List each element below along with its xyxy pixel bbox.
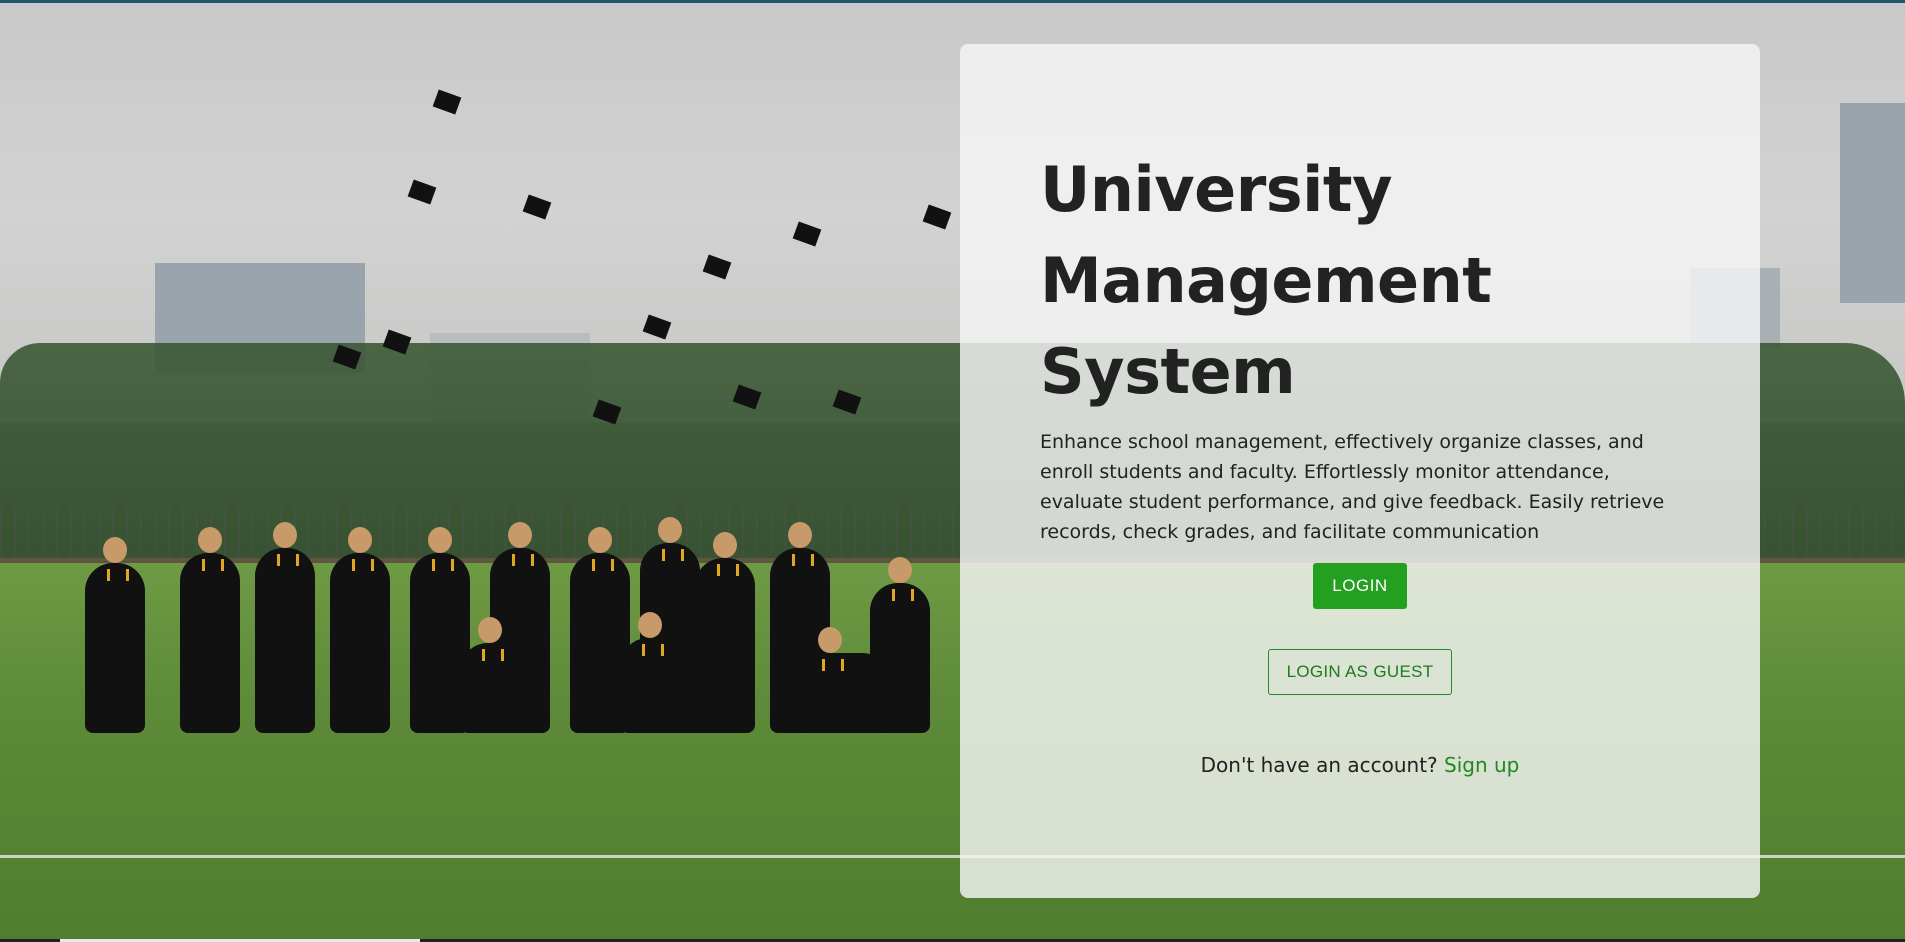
signup-prompt: Don't have an account? <box>1200 753 1438 777</box>
title-line: University <box>1040 153 1392 226</box>
graduate <box>620 612 720 733</box>
title-line: System <box>1040 335 1296 408</box>
graduate <box>330 527 390 733</box>
signup-prompt-row: Don't have an account? Sign up <box>960 753 1760 777</box>
login-as-guest-button[interactable]: LOGIN AS GUEST <box>1268 649 1452 695</box>
building <box>1840 103 1905 303</box>
graduate <box>255 522 315 733</box>
signup-link[interactable]: Sign up <box>1444 753 1519 777</box>
login-card: University Management System Enhance sch… <box>960 44 1760 898</box>
graduate <box>460 617 550 733</box>
app-description: Enhance school management, effectively o… <box>1040 431 1665 543</box>
login-button[interactable]: LOGIN <box>1313 563 1407 609</box>
title-line: Management <box>1040 244 1492 317</box>
graduate <box>85 537 145 733</box>
graduate <box>800 627 890 733</box>
page-title: University Management System <box>1040 144 1680 417</box>
graduates-group <box>80 473 970 733</box>
graduate <box>180 527 240 733</box>
